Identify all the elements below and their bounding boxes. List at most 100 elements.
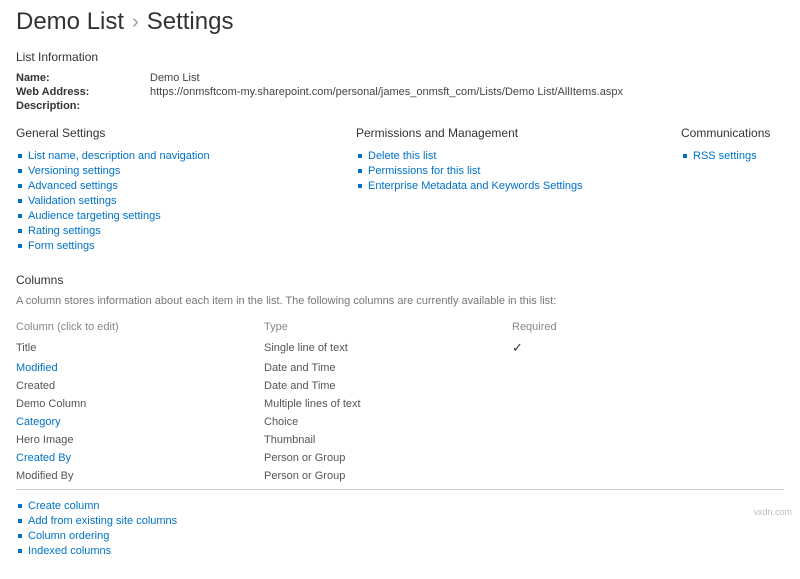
permissions-item: Permissions for this list bbox=[356, 165, 681, 177]
column-action-link[interactable]: Add from existing site columns bbox=[28, 515, 177, 527]
column-type-cell: Date and Time bbox=[264, 377, 512, 395]
permissions-link[interactable]: Permissions for this list bbox=[368, 165, 480, 177]
column-type-cell: Person or Group bbox=[264, 449, 512, 467]
permissions-item: Enterprise Metadata and Keywords Setting… bbox=[356, 180, 681, 192]
bullet-icon bbox=[358, 169, 362, 173]
bullet-icon bbox=[18, 244, 22, 248]
column-required-cell bbox=[512, 467, 784, 485]
column-name-cell: Hero Image bbox=[16, 431, 264, 449]
column-action-item: Column ordering bbox=[16, 530, 784, 542]
column-type-cell: Date and Time bbox=[264, 359, 512, 377]
column-name-link[interactable]: Modified bbox=[16, 362, 58, 374]
table-row: Hero ImageThumbnail bbox=[16, 431, 784, 449]
bullet-icon bbox=[18, 184, 22, 188]
bullet-icon bbox=[18, 504, 22, 508]
column-name-link[interactable]: Created By bbox=[16, 452, 71, 464]
column-actions-list: Create column Add from existing site colu… bbox=[16, 500, 784, 557]
bullet-icon bbox=[18, 214, 22, 218]
permissions-link[interactable]: Enterprise Metadata and Keywords Setting… bbox=[368, 180, 583, 192]
chevron-right-icon: › bbox=[132, 11, 139, 34]
general-settings-item: Rating settings bbox=[16, 225, 356, 237]
bullet-icon bbox=[18, 549, 22, 553]
permissions-link[interactable]: Delete this list bbox=[368, 150, 436, 162]
bullet-icon bbox=[18, 199, 22, 203]
communications-link[interactable]: RSS settings bbox=[693, 150, 757, 162]
table-row: Demo ColumnMultiple lines of text bbox=[16, 395, 784, 413]
list-information-section: List Information Name: Demo List Web Add… bbox=[16, 50, 784, 112]
general-settings-link[interactable]: Advanced settings bbox=[28, 180, 118, 192]
bullet-icon bbox=[18, 229, 22, 233]
bullet-icon bbox=[358, 184, 362, 188]
general-settings-item: Form settings bbox=[16, 240, 356, 252]
column-action-link[interactable]: Create column bbox=[28, 500, 100, 512]
general-settings-heading: General Settings bbox=[16, 126, 356, 140]
column-name-cell: Modified bbox=[16, 359, 264, 377]
bullet-icon bbox=[18, 519, 22, 523]
columns-heading: Columns bbox=[16, 273, 784, 287]
table-row: Created By Person or Group bbox=[16, 449, 784, 467]
column-required-cell bbox=[512, 413, 784, 431]
column-name-link[interactable]: Category bbox=[16, 416, 61, 428]
column-name-cell: Modified By bbox=[16, 467, 264, 485]
bullet-icon bbox=[358, 154, 362, 158]
column-type-cell: Choice bbox=[264, 413, 512, 431]
column-required-cell bbox=[512, 359, 784, 377]
list-name-label: Name: bbox=[16, 72, 150, 84]
list-info-heading: List Information bbox=[16, 50, 784, 64]
web-address-label: Web Address: bbox=[16, 86, 150, 98]
general-settings-item: Advanced settings bbox=[16, 180, 356, 192]
table-row: CreatedDate and Time bbox=[16, 377, 784, 395]
communications-item: RSS settings bbox=[681, 150, 770, 162]
settings-columns: General Settings List name, description … bbox=[16, 126, 784, 255]
general-settings-item: Versioning settings bbox=[16, 165, 356, 177]
column-action-item: Indexed columns bbox=[16, 545, 784, 557]
column-type-cell: Thumbnail bbox=[264, 431, 512, 449]
breadcrumb-listname[interactable]: Demo List bbox=[16, 8, 124, 36]
column-actions: Create column Add from existing site colu… bbox=[16, 500, 784, 557]
general-settings-item: Audience targeting settings bbox=[16, 210, 356, 222]
column-required-cell bbox=[512, 431, 784, 449]
column-name-cell: Category bbox=[16, 413, 264, 431]
column-name-cell: Title bbox=[16, 337, 264, 359]
columns-header-required: Required bbox=[512, 317, 784, 337]
communications-heading: Communications bbox=[681, 126, 770, 140]
list-name-value: Demo List bbox=[150, 72, 200, 84]
table-row: Modified ByPerson or Group bbox=[16, 467, 784, 485]
column-required-cell bbox=[512, 395, 784, 413]
bullet-icon bbox=[18, 169, 22, 173]
columns-description: A column stores information about each i… bbox=[16, 295, 784, 307]
general-settings-link[interactable]: Audience targeting settings bbox=[28, 210, 161, 222]
bullet-icon bbox=[18, 534, 22, 538]
general-settings-link[interactable]: List name, description and navigation bbox=[28, 150, 210, 162]
table-row: Modified Date and Time bbox=[16, 359, 784, 377]
columns-header-name: Column (click to edit) bbox=[16, 317, 264, 337]
column-type-cell: Single line of text bbox=[264, 337, 512, 359]
permissions-heading: Permissions and Management bbox=[356, 126, 681, 140]
column-type-cell: Multiple lines of text bbox=[264, 395, 512, 413]
column-name-cell: Demo Column bbox=[16, 395, 264, 413]
column-required-cell bbox=[512, 377, 784, 395]
permissions-list: Delete this list Permissions for this lis… bbox=[356, 150, 681, 192]
column-name-cell: Created By bbox=[16, 449, 264, 467]
column-action-item: Create column bbox=[16, 500, 784, 512]
bullet-icon bbox=[683, 154, 687, 158]
communications-list: RSS settings bbox=[681, 150, 770, 162]
watermark: vxdn.com bbox=[753, 507, 792, 517]
general-settings-link[interactable]: Validation settings bbox=[28, 195, 116, 207]
column-required-cell bbox=[512, 449, 784, 467]
column-action-link[interactable]: Column ordering bbox=[28, 530, 109, 542]
column-type-cell: Person or Group bbox=[264, 467, 512, 485]
permissions-col: Permissions and Management Delete this l… bbox=[356, 126, 681, 255]
general-settings-list: List name, description and navigation Ver… bbox=[16, 150, 356, 252]
general-settings-link[interactable]: Form settings bbox=[28, 240, 95, 252]
description-label: Description: bbox=[16, 100, 150, 112]
columns-table: Column (click to edit) Type Required Tit… bbox=[16, 317, 784, 485]
general-settings-col: General Settings List name, description … bbox=[16, 126, 356, 255]
columns-header-type: Type bbox=[264, 317, 512, 337]
table-row: TitleSingle line of text✓ bbox=[16, 337, 784, 359]
column-action-link[interactable]: Indexed columns bbox=[28, 545, 111, 557]
general-settings-link[interactable]: Versioning settings bbox=[28, 165, 120, 177]
column-name-cell: Created bbox=[16, 377, 264, 395]
permissions-item: Delete this list bbox=[356, 150, 681, 162]
general-settings-link[interactable]: Rating settings bbox=[28, 225, 101, 237]
